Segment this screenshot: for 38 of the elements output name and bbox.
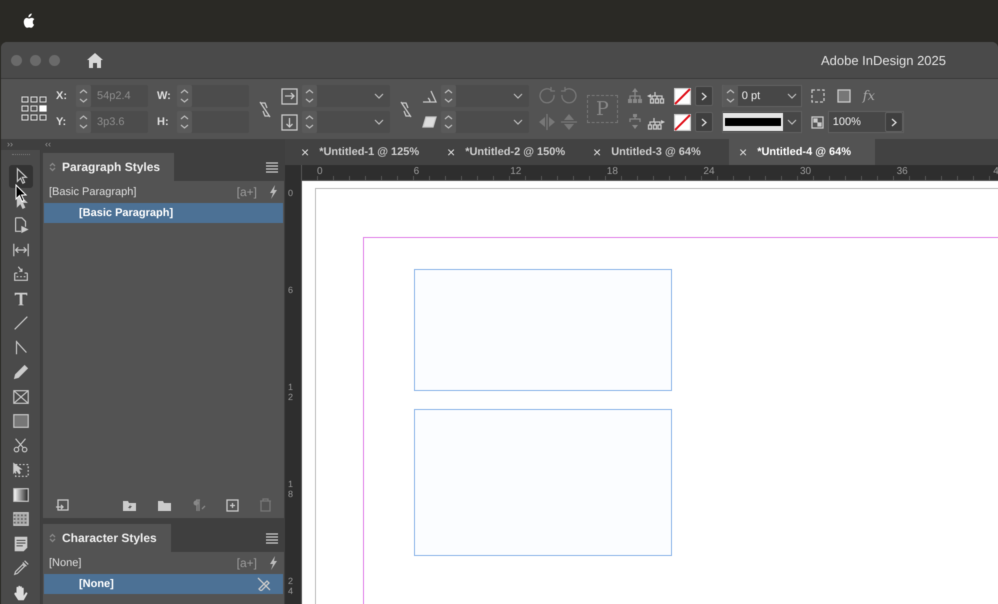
style-list-item[interactable]: [Basic Paragraph] bbox=[44, 203, 283, 223]
y-label: Y: bbox=[56, 116, 68, 128]
expand-panels-button[interactable]: ›› bbox=[7, 139, 13, 150]
document-tab[interactable]: × *Untitled-4 @ 64% bbox=[729, 139, 875, 165]
opacity-field[interactable]: 100% bbox=[828, 111, 904, 133]
panel-title: Character Styles bbox=[62, 531, 157, 545]
ruler-number: 18 bbox=[606, 166, 618, 177]
width-label: W: bbox=[157, 90, 172, 102]
ruler-number: 6 bbox=[414, 166, 420, 177]
panel-tab[interactable]: Character Styles bbox=[43, 524, 171, 552]
panel-title: Paragraph Styles bbox=[62, 160, 160, 174]
ruler-number: 30 bbox=[800, 166, 812, 177]
panel-tab[interactable]: Paragraph Styles bbox=[43, 153, 174, 181]
ruler-number: 18 bbox=[288, 480, 293, 500]
ruler-number: 6 bbox=[288, 286, 293, 296]
ruler-number: 24 bbox=[703, 166, 715, 177]
ruler-number: 24 bbox=[288, 577, 293, 597]
close-tab-button[interactable]: × bbox=[447, 144, 456, 160]
x-label: X: bbox=[56, 90, 68, 102]
tab-label: *Untitled-4 @ 64% bbox=[757, 146, 852, 158]
ruler-number: 0 bbox=[317, 166, 323, 177]
close-tab-button[interactable]: × bbox=[301, 144, 310, 160]
ruler-number: 0 bbox=[288, 189, 293, 199]
ruler-number: 36 bbox=[896, 166, 908, 177]
tab-label: *Untitled-2 @ 150% bbox=[465, 146, 566, 158]
tab-label: Untitled-3 @ 64% bbox=[611, 146, 701, 158]
close-tab-button[interactable]: × bbox=[739, 144, 748, 160]
height-label: H: bbox=[157, 116, 170, 128]
ruler-number: 12 bbox=[288, 383, 293, 403]
tab-label: *Untitled-1 @ 125% bbox=[319, 146, 420, 158]
current-style-label: [Basic Paragraph] bbox=[49, 186, 138, 198]
collapse-panels-button[interactable]: ‹‹ bbox=[45, 139, 51, 150]
ruler-number: 12 bbox=[510, 166, 522, 177]
current-style-label: [None] bbox=[49, 557, 82, 569]
style-list-item[interactable]: [None] bbox=[44, 574, 283, 594]
window-title: Adobe InDesign 2025 bbox=[820, 52, 946, 68]
stroke-weight-field[interactable]: 0 pt bbox=[722, 85, 802, 107]
close-tab-button[interactable]: × bbox=[593, 144, 602, 160]
